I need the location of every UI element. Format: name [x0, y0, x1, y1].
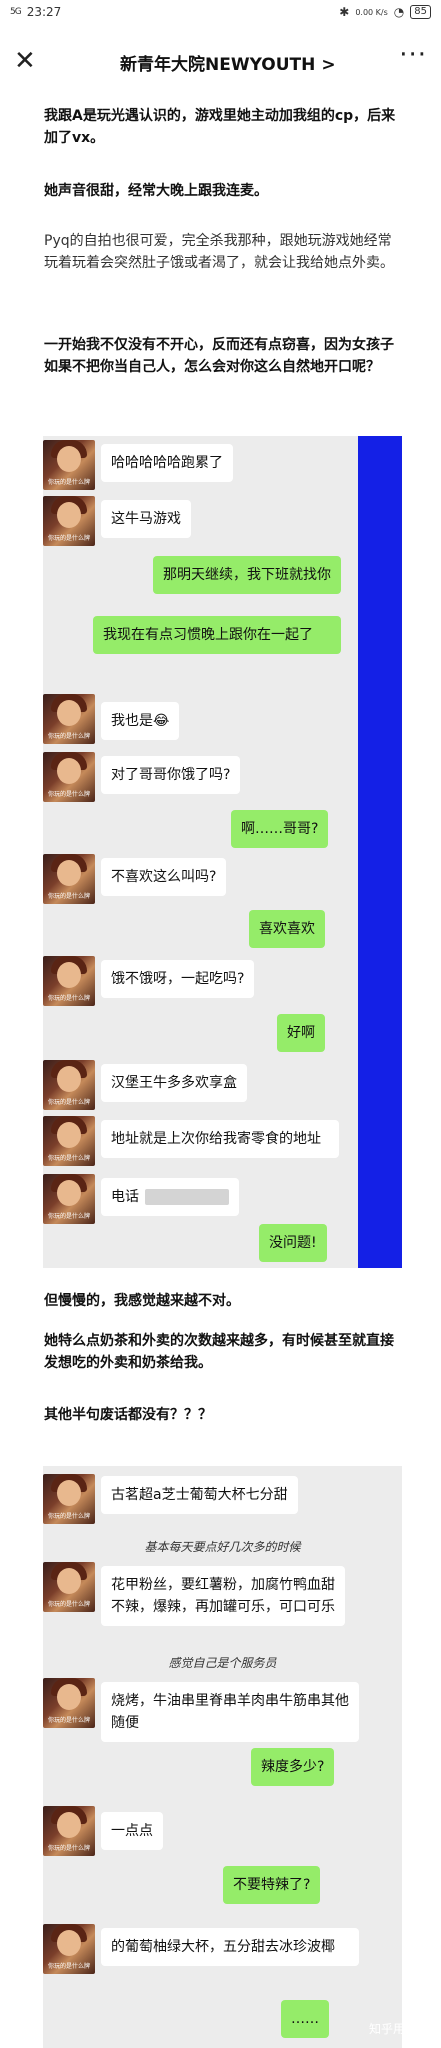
chat-bubble-outgoing: 好啊 [277, 1014, 325, 1052]
chat-screenshot: 你玩的是什么牌 哈哈哈哈哈跑累了 你玩的是什么牌 这牛马游戏 那明天继续，我下班… [43, 436, 402, 1268]
chat-bubble-incoming: 花甲粉丝，要红薯粉，加腐竹鸭血甜不辣，爆辣，再加罐可乐，可口可乐 [101, 1566, 345, 1626]
chat-bubble-incoming: 电话 [101, 1178, 239, 1216]
wifi-icon: ◔ [393, 5, 405, 19]
account-title[interactable]: 新青年大院NEWYOUTH > [120, 50, 336, 75]
chat-screenshot: 你玩的是什么牌 古茗超a芝士葡萄大杯七分甜 基本每天要点好几次多的时候 你玩的是… [43, 1466, 402, 2048]
chat-bubble-incoming: 地址就是上次你给我寄零食的地址 [101, 1120, 339, 1158]
avatar: 你玩的是什么牌 [43, 496, 95, 546]
chat-bubble-outgoing: 不要特辣了? [223, 1866, 321, 1904]
article-paragraph: Pyq的自拍也很可爱，完全杀我那种，跟她玩游戏她经常玩着玩着会突然肚子饿或者渴了… [44, 233, 394, 271]
avatar: 你玩的是什么牌 [43, 1116, 95, 1166]
chat-bubble-incoming: 不喜欢这么叫吗? [101, 858, 227, 896]
redaction-bar [358, 436, 402, 1268]
watermark: 知乎用户 [368, 2022, 417, 2036]
chevron-right-icon: > [321, 55, 336, 75]
chat-bubble-outgoing: 辣度多少? [251, 1748, 335, 1786]
avatar: 你玩的是什么牌 [43, 440, 95, 490]
more-icon[interactable]: ··· [399, 40, 427, 70]
avatar: 你玩的是什么牌 [43, 956, 95, 1006]
chat-bubble-outgoing: 喜欢喜欢 [249, 910, 325, 948]
avatar: 你玩的是什么牌 [43, 1060, 95, 1110]
article-paragraph: 但慢慢的，我感觉越来越不对。 [44, 1293, 240, 1309]
chat-bubble-incoming: 哈哈哈哈哈跑累了 [101, 444, 233, 482]
chat-bubble-incoming: 烧烤，牛油串里脊串羊肉串牛筋串其他随便 [101, 1682, 359, 1742]
chat-bubble-incoming: 的葡萄柚绿大杯，五分甜去冰珍波椰 [101, 1928, 359, 1966]
article-paragraph: 她特么点奶茶和外卖的次数越来越多，有时候甚至就直接发想吃的外卖和奶茶给我。 [44, 1333, 394, 1371]
avatar: 你玩的是什么牌 [43, 1924, 95, 1974]
chat-bubble-outgoing: 那明天继续，我下班就找你 [153, 556, 341, 594]
avatar: 你玩的是什么牌 [43, 1806, 95, 1856]
article-paragraph: 一开始我不仅没有不开心，反而还有点窃喜，因为女孩子如果不把你当自己人，怎么会对你… [44, 337, 394, 375]
avatar: 你玩的是什么牌 [43, 1474, 95, 1524]
caption-note: 感觉自己是个服务员 [168, 1656, 277, 1670]
chat-bubble-incoming: 对了哥哥你饿了吗? [101, 756, 241, 794]
bluetooth-icon: ✱ [339, 5, 350, 19]
chat-bubble-incoming: 这牛马游戏 [101, 500, 191, 538]
caption-note: 基本每天要点好几次多的时候 [144, 1540, 301, 1554]
signal-indicator: 5G [10, 7, 22, 17]
top-nav-bar: ✕ 新青年大院NEWYOUTH > ··· [0, 38, 441, 84]
chat-bubble-incoming: 我也是😂 [101, 702, 180, 740]
chat-bubble-outgoing: …… [281, 2000, 329, 2038]
chat-bubble-outgoing: 啊……哥哥? [231, 810, 329, 848]
chat-bubble-outgoing: 我现在有点习惯晚上跟你在一起了 [93, 616, 341, 654]
chat-message-text: 电话 [111, 1189, 139, 1205]
chat-bubble-incoming: 饿不饿呀，一起吃吗? [101, 960, 255, 998]
network-speed: 0.00 K/s [355, 7, 388, 17]
account-name: 新青年大院NEWYOUTH [120, 55, 316, 75]
avatar: 你玩的是什么牌 [43, 1678, 95, 1728]
close-icon[interactable]: ✕ [14, 46, 36, 76]
battery-indicator: 85 [410, 5, 431, 19]
avatar: 你玩的是什么牌 [43, 1174, 95, 1224]
avatar: 你玩的是什么牌 [43, 694, 95, 744]
chat-bubble-outgoing: 没问题! [259, 1224, 327, 1262]
status-time: 23:27 [26, 5, 62, 19]
redacted-phone [145, 1189, 229, 1205]
avatar: 你玩的是什么牌 [43, 752, 95, 802]
chat-bubble-incoming: 一点点 [101, 1812, 163, 1850]
chat-bubble-incoming: 汉堡王牛多多欢享盒 [101, 1064, 247, 1102]
avatar: 你玩的是什么牌 [43, 1562, 95, 1612]
status-bar: 5G 23:27 ✱ 0.00 K/s ◔ 85 [0, 0, 441, 26]
chat-bubble-incoming: 古茗超a芝士葡萄大杯七分甜 [101, 1476, 298, 1514]
article-paragraph: 其他半句废话都没有？？？ [44, 1407, 212, 1423]
article-paragraph: 我跟A是玩光遇认识的，游戏里她主动加我组的cp，后来加了vx。 [44, 108, 396, 146]
article-paragraph: 她声音很甜，经常大晚上跟我连麦。 [44, 183, 268, 199]
avatar: 你玩的是什么牌 [43, 854, 95, 904]
